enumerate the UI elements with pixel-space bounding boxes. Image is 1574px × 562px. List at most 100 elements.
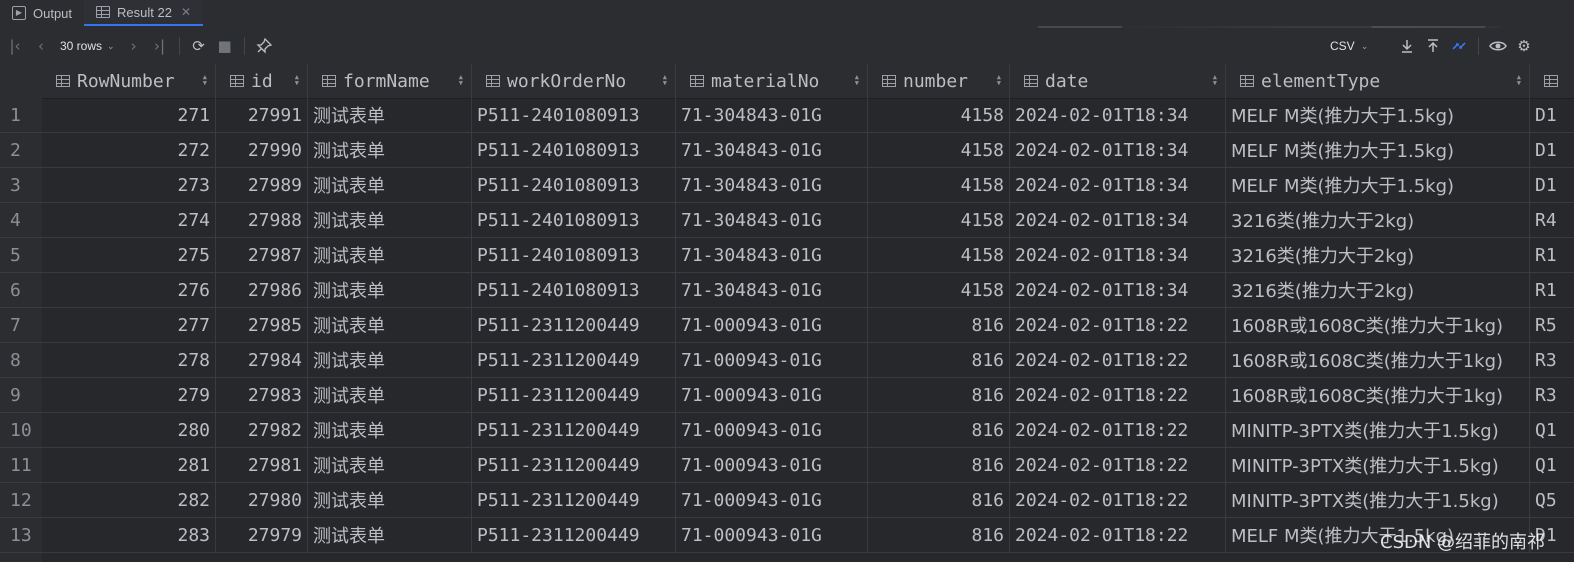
column-header-workorderno[interactable]: workOrderNo ▲ ▼ [472,64,676,98]
table-cell-elementtype[interactable]: MINITP-3PTX类(推力大于1.5kg) [1226,448,1530,482]
row-number[interactable]: 4 [0,203,42,237]
table-cell-number[interactable]: 816 [868,308,1010,342]
table-cell-materialno[interactable]: 71-304843-01G [676,203,868,237]
row-number[interactable]: 5 [0,238,42,272]
table-cell-extra[interactable]: D1 [1530,133,1574,167]
table-cell-id[interactable]: 27984 [216,343,308,377]
table-cell-formname[interactable]: 测试表单 [308,98,472,132]
table-cell-formname[interactable]: 测试表单 [308,238,472,272]
sort-icon[interactable]: ▲ ▼ [1213,74,1217,87]
sort-icon[interactable]: ▲ ▼ [663,74,667,87]
column-header-elementtype[interactable]: elementType ▲ ▼ [1226,64,1530,98]
gear-icon[interactable]: ⚙ [1511,33,1537,59]
table-cell-elementtype[interactable]: 1608R或1608C类(推力大于1kg) [1226,343,1530,377]
table-cell-extra[interactable]: R5 [1530,308,1574,342]
table-cell-id[interactable]: 27981 [216,448,308,482]
previous-page-icon[interactable]: ‹ [28,33,54,59]
table-cell-formname[interactable]: 测试表单 [308,378,472,412]
page-size-select[interactable]: 30 rows ⌄ [54,39,121,53]
row-number[interactable]: 2 [0,133,42,167]
tab-result[interactable]: Result 22 ✕ [84,0,204,26]
table-row[interactable]: 6 276 27986 测试表单 P511-2401080913 71-304843-01… [0,273,1574,308]
table-row[interactable]: 11 281 27981 测试表单 P511-2311200449 71-000943-0… [0,448,1574,483]
table-cell-id[interactable]: 27989 [216,168,308,202]
table-cell-extra[interactable]: Q5 [1530,483,1574,517]
table-cell-materialno[interactable]: 71-000943-01G [676,448,868,482]
refresh-icon[interactable]: ⟳ [186,33,212,59]
table-cell-extra[interactable]: R4 [1530,203,1574,237]
table-cell-id[interactable]: 27987 [216,238,308,272]
stop-icon[interactable]: ■ [212,33,238,59]
table-cell-elementtype[interactable]: 3216类(推力大于2kg) [1226,238,1530,272]
table-cell-number[interactable]: 816 [868,343,1010,377]
table-row[interactable]: 5 275 27987 测试表单 P511-2401080913 71-304843-01… [0,238,1574,273]
table-cell-materialno[interactable]: 71-000943-01G [676,413,868,447]
table-cell-formname[interactable]: 测试表单 [308,168,472,202]
table-cell-materialno[interactable]: 71-304843-01G [676,273,868,307]
table-cell-rownumber[interactable]: 272 [42,133,216,167]
row-number[interactable]: 12 [0,483,42,517]
table-cell-id[interactable]: 27980 [216,483,308,517]
table-cell-number[interactable]: 816 [868,518,1010,552]
table-cell-extra[interactable]: D1 [1530,98,1574,132]
table-cell-rownumber[interactable]: 274 [42,203,216,237]
table-cell-date[interactable]: 2024-02-01T18:22 [1010,448,1226,482]
table-cell-number[interactable]: 4158 [868,203,1010,237]
table-cell-elementtype[interactable]: 1608R或1608C类(推力大于1kg) [1226,378,1530,412]
table-cell-elementtype[interactable]: 3216类(推力大于2kg) [1226,273,1530,307]
table-cell-extra[interactable]: Q1 [1530,448,1574,482]
table-cell-workorderno[interactable]: P511-2311200449 [472,343,676,377]
table-row[interactable]: 3 273 27989 测试表单 P511-2401080913 71-304843-01… [0,168,1574,203]
table-cell-elementtype[interactable]: 1608R或1608C类(推力大于1kg) [1226,308,1530,342]
column-header-id[interactable]: id ▲ ▼ [216,64,308,98]
table-row[interactable]: 8 278 27984 测试表单 P511-2311200449 71-000943-01… [0,343,1574,378]
table-cell-rownumber[interactable]: 276 [42,273,216,307]
next-page-icon[interactable]: › [121,33,147,59]
table-row[interactable]: 4 274 27988 测试表单 P511-2401080913 71-304843-01… [0,203,1574,238]
table-cell-materialno[interactable]: 71-304843-01G [676,238,868,272]
table-cell-materialno[interactable]: 71-000943-01G [676,343,868,377]
table-row[interactable]: 10 280 27982 测试表单 P511-2311200449 71-000943-0… [0,413,1574,448]
table-cell-date[interactable]: 2024-02-01T18:22 [1010,343,1226,377]
table-cell-materialno[interactable]: 71-000943-01G [676,378,868,412]
table-cell-number[interactable]: 816 [868,448,1010,482]
pin-icon[interactable] [251,33,277,59]
table-row[interactable]: 9 279 27983 测试表单 P511-2311200449 71-000943-01… [0,378,1574,413]
table-cell-elementtype[interactable]: MELF M类(推力大于1.5kg) [1226,98,1530,132]
table-cell-date[interactable]: 2024-02-01T18:22 [1010,378,1226,412]
column-header-number[interactable]: number ▲ ▼ [868,64,1010,98]
table-cell-extra[interactable]: R1 [1530,238,1574,272]
table-cell-rownumber[interactable]: 282 [42,483,216,517]
sort-icon[interactable]: ▲ ▼ [855,74,859,87]
table-cell-elementtype[interactable]: 3216类(推力大于2kg) [1226,203,1530,237]
row-number[interactable]: 8 [0,343,42,377]
table-cell-id[interactable]: 27991 [216,98,308,132]
table-cell-number[interactable]: 816 [868,483,1010,517]
column-header-formname[interactable]: formName ▲ ▼ [308,64,472,98]
table-cell-date[interactable]: 2024-02-01T18:22 [1010,413,1226,447]
table-cell-elementtype[interactable]: MELF M类(推力大于1.5kg) [1226,133,1530,167]
last-page-icon[interactable]: ›| [147,33,173,59]
table-cell-date[interactable]: 2024-02-01T18:34 [1010,273,1226,307]
table-cell-workorderno[interactable]: P511-2401080913 [472,98,676,132]
table-cell-date[interactable]: 2024-02-01T18:34 [1010,238,1226,272]
row-number[interactable]: 9 [0,378,42,412]
table-cell-rownumber[interactable]: 275 [42,238,216,272]
download-icon[interactable] [1394,33,1420,59]
table-cell-number[interactable]: 4158 [868,168,1010,202]
table-cell-number[interactable]: 4158 [868,238,1010,272]
table-cell-workorderno[interactable]: P511-2401080913 [472,203,676,237]
export-format-select[interactable]: CSV ⌄ [1330,28,1368,64]
first-page-icon[interactable]: |‹ [2,33,28,59]
table-cell-number[interactable]: 816 [868,413,1010,447]
column-header-rownumber[interactable]: RowNumber ▲ ▼ [42,64,216,98]
table-cell-rownumber[interactable]: 278 [42,343,216,377]
table-cell-extra[interactable]: D1 [1530,168,1574,202]
table-cell-elementtype[interactable]: MELF M类(推力大于1.5kg) [1226,168,1530,202]
table-cell-rownumber[interactable]: 277 [42,308,216,342]
table-cell-id[interactable]: 27979 [216,518,308,552]
table-row[interactable]: 12 282 27980 测试表单 P511-2311200449 71-000943-0… [0,483,1574,518]
column-header-extra[interactable] [1530,64,1574,98]
table-cell-materialno[interactable]: 71-000943-01G [676,518,868,552]
table-cell-id[interactable]: 27985 [216,308,308,342]
